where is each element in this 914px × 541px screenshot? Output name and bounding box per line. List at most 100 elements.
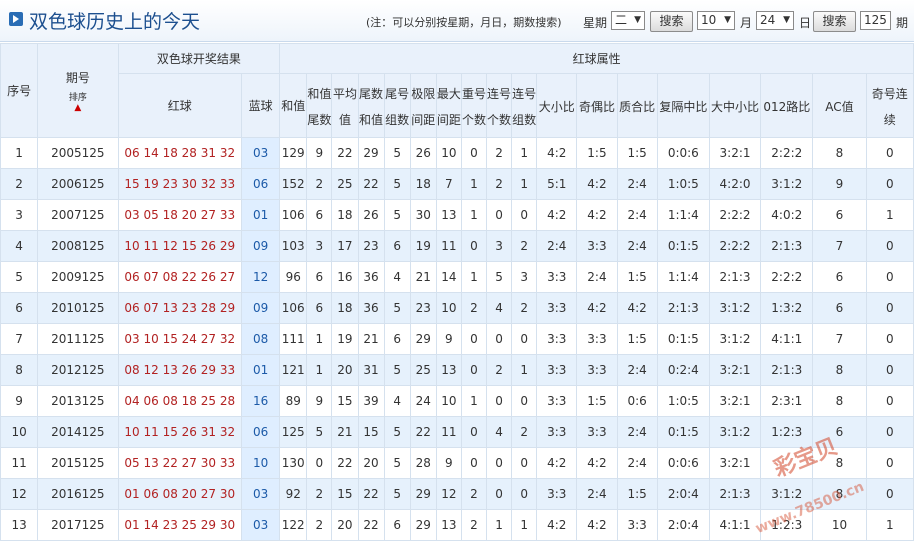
attr-cell: 20 — [331, 509, 359, 541]
blue-ball-cell: 01 — [241, 354, 281, 386]
attr-cell: 3:3 — [536, 478, 578, 510]
issue-cell: 2012125 — [37, 354, 119, 386]
attr-cell: 2 — [460, 509, 488, 541]
issue-cell: 2015125 — [37, 447, 119, 479]
red-balls-cell: 03 05 18 20 27 33 — [117, 199, 243, 231]
table-row: 9 2013125 04 06 08 18 25 28 16 89 9 15 39 4 24 10 1… — [0, 385, 914, 417]
attr-cell: 29 — [409, 509, 437, 541]
attr-cell: 0 — [486, 385, 513, 417]
attr-cell: 1:5 — [616, 261, 658, 293]
attr-cell: 1 — [460, 168, 488, 200]
col-attr-header: 极限间距 — [409, 73, 437, 138]
attr-cell: 0:0:6 — [656, 137, 710, 169]
attr-cell: 0 — [460, 447, 488, 479]
attr-cell: 22 — [357, 509, 385, 541]
attr-cell: 1 — [865, 199, 914, 231]
search-date-button[interactable]: 搜索 — [813, 11, 856, 32]
attr-cell: 5 — [383, 199, 411, 231]
attr-cell: 5 — [383, 137, 411, 169]
attr-cell: 10 — [435, 137, 462, 169]
attr-cell: 1 — [511, 137, 538, 169]
attr-cell: 3:3 — [576, 323, 618, 355]
red-balls-cell: 04 06 08 18 25 28 — [117, 385, 243, 417]
blue-ball-cell: 09 — [241, 292, 281, 324]
attr-cell: 6 — [306, 261, 333, 293]
chevron-down-icon: ▼ — [724, 15, 731, 25]
attr-cell: 129 — [279, 137, 308, 169]
col-issue-header[interactable]: 期号 排序 ▲ — [37, 43, 119, 138]
attr-cell: 3:1:2 — [708, 292, 762, 324]
attr-cell: 9 — [435, 323, 462, 355]
attr-cell: 6 — [306, 199, 333, 231]
attr-cell: 8 — [812, 354, 867, 386]
sort-link[interactable]: 排序 — [39, 90, 117, 103]
attr-cell: 0 — [865, 416, 914, 448]
table-row: 6 2010125 06 07 13 23 28 29 09 106 6 18 36 5 23 10… — [0, 292, 914, 324]
table-row: 12 2016125 01 06 08 20 27 30 03 92 2 15 22 5 29 12… — [0, 478, 914, 510]
attr-cell: 36 — [357, 261, 385, 293]
table-row: 2 2006125 15 19 23 30 32 33 06 152 2 25 22 5 18 7 1… — [0, 168, 914, 200]
weekday-select[interactable]: 二 ▼ — [611, 11, 645, 30]
attr-cell: 2:1:3 — [708, 478, 762, 510]
attr-cell: 13 — [435, 354, 462, 386]
attr-cell: 3:3 — [576, 354, 618, 386]
attr-cell: 3:1:2 — [760, 168, 814, 200]
red-balls-cell: 15 19 23 30 32 33 — [117, 168, 243, 200]
red-balls-cell: 05 13 22 27 30 33 — [117, 447, 243, 479]
attr-cell: 1:5 — [616, 137, 658, 169]
attr-cell: 20 — [357, 447, 385, 479]
attr-cell: 21 — [409, 261, 437, 293]
attr-cell: 2 — [486, 354, 513, 386]
attr-cell: 3:3 — [536, 261, 578, 293]
chevron-down-icon: ▼ — [783, 15, 790, 25]
issue-label: 期 — [896, 16, 909, 30]
attr-cell: 4:0:2 — [760, 199, 814, 231]
attr-cell: 2:4 — [576, 261, 618, 293]
attr-cell: 0 — [865, 447, 914, 479]
attr-cell: 2:1:3 — [760, 354, 814, 386]
attr-cell: 14 — [435, 261, 462, 293]
attr-cell: 1 — [511, 509, 538, 541]
attr-cell: 19 — [331, 323, 359, 355]
attr-cell: 10 — [812, 509, 867, 541]
col-attr-header: 和值 — [279, 73, 308, 138]
attr-cell: 4:1:1 — [760, 323, 814, 355]
attr-cell: 2:2:2 — [760, 261, 814, 293]
attr-cell: 18 — [331, 199, 359, 231]
attr-cell: 0:1:5 — [656, 323, 710, 355]
day-select[interactable]: 24 ▼ — [756, 11, 794, 30]
search-weekday-button[interactable]: 搜索 — [650, 11, 693, 32]
blue-ball-cell: 16 — [241, 385, 281, 417]
attr-cell: 2 — [306, 478, 333, 510]
page-title: 双色球历史上的今天 — [29, 11, 201, 33]
attr-cell: 96 — [279, 261, 308, 293]
attr-cell: 0 — [511, 385, 538, 417]
attr-cell: 22 — [331, 447, 359, 479]
issue-cell: 2013125 — [37, 385, 119, 417]
sort-up-icon[interactable]: ▲ — [39, 103, 117, 113]
attr-cell: 1 — [306, 354, 333, 386]
issue-input[interactable]: 125 — [860, 11, 891, 30]
attr-cell: 5:1 — [536, 168, 578, 200]
blue-ball-cell: 03 — [241, 478, 281, 510]
issue-cell: 2006125 — [37, 168, 119, 200]
issue-cell: 2007125 — [37, 199, 119, 231]
month-select[interactable]: 10 ▼ — [697, 11, 735, 30]
attr-cell: 3:3 — [536, 416, 578, 448]
attr-cell: 4:2 — [536, 137, 578, 169]
attr-cell: 8 — [812, 137, 867, 169]
attr-cell: 1 — [460, 199, 488, 231]
row-index-cell: 12 — [0, 478, 39, 510]
attr-cell: 0 — [460, 137, 488, 169]
row-index-cell: 6 — [0, 292, 39, 324]
attr-cell: 28 — [409, 447, 437, 479]
month-label: 月 — [740, 16, 753, 30]
attr-cell: 7 — [812, 323, 867, 355]
attr-cell: 3:3 — [536, 354, 578, 386]
attr-cell: 4 — [383, 261, 411, 293]
attr-cell: 0 — [460, 416, 488, 448]
attr-cell: 5 — [383, 447, 411, 479]
weekday-label: 星期 — [583, 16, 608, 30]
attr-cell: 0:6 — [616, 385, 658, 417]
red-balls-cell: 06 14 18 28 31 32 — [117, 137, 243, 169]
